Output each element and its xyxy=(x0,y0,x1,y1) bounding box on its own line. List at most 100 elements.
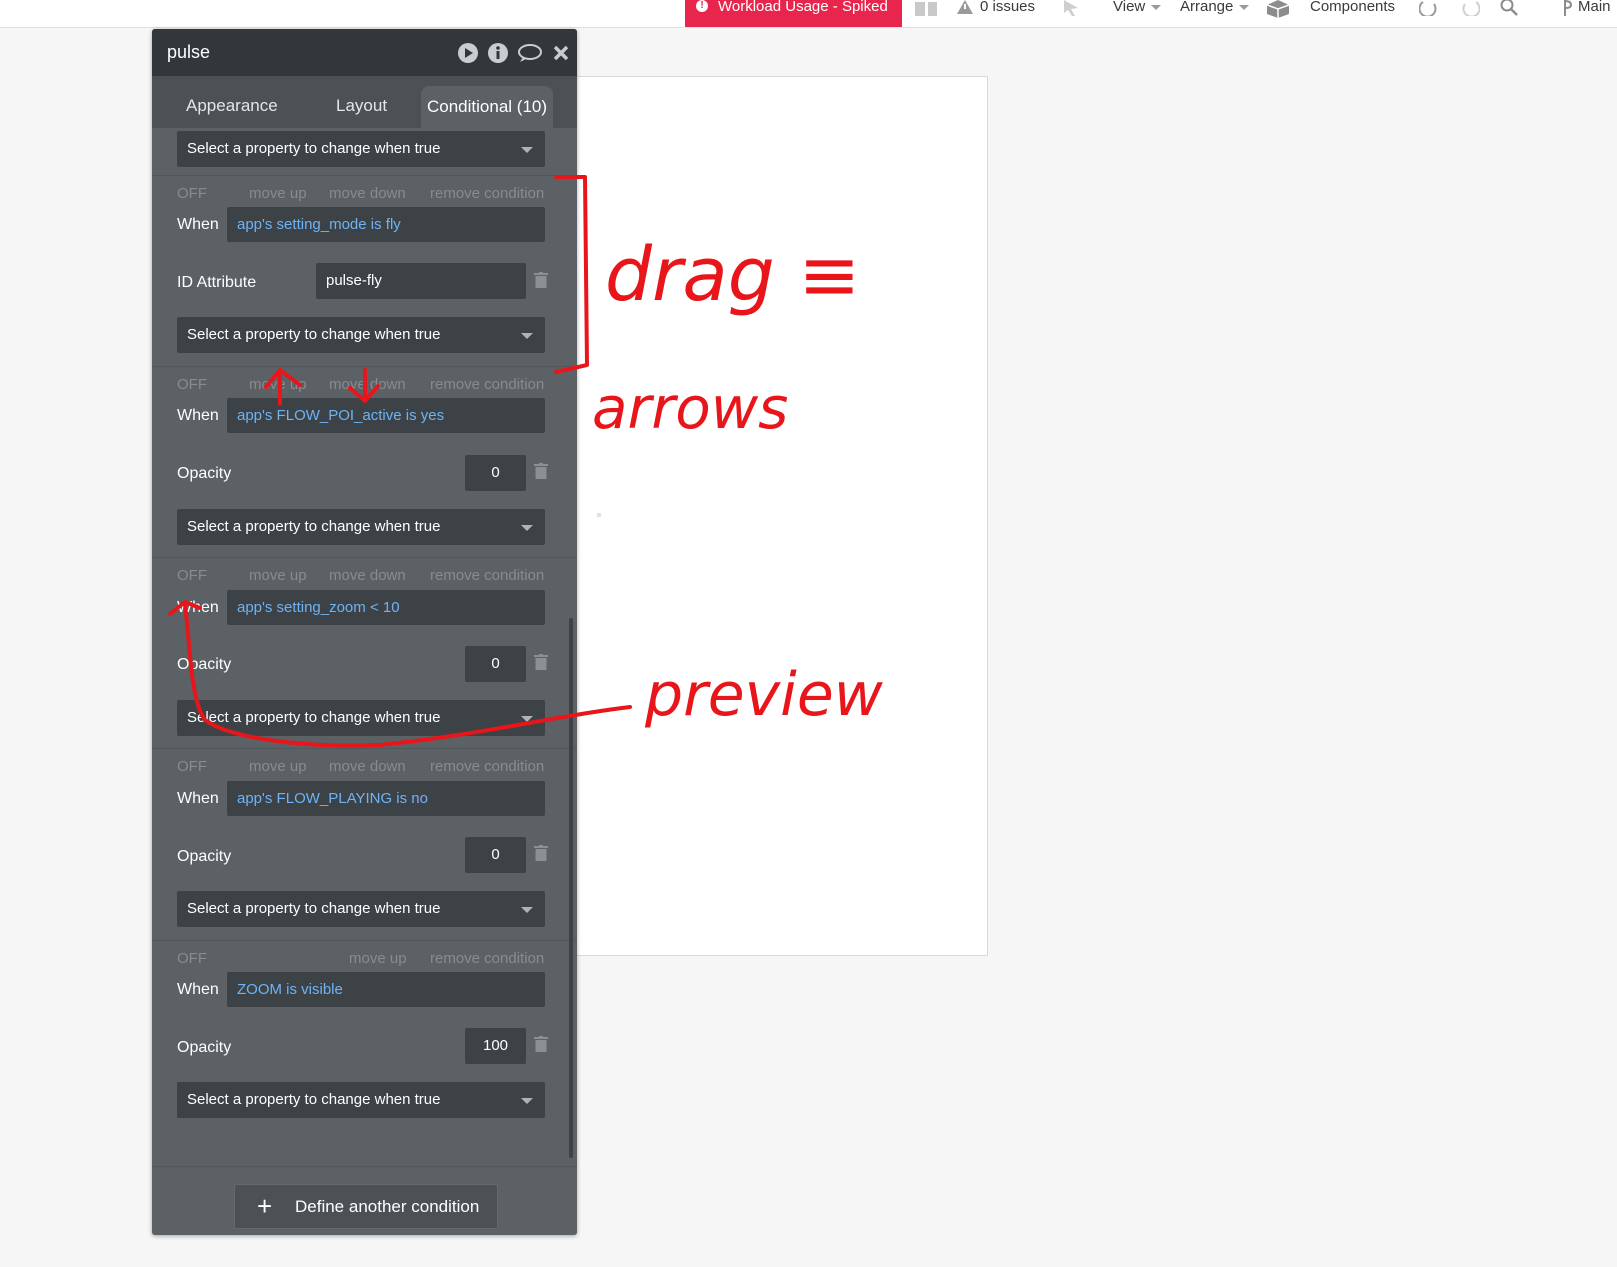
redo-icon[interactable] xyxy=(1460,0,1481,27)
opacity-input[interactable]: 100 xyxy=(465,1028,526,1064)
undo-icon[interactable] xyxy=(1418,0,1439,27)
when-label: When xyxy=(177,407,219,424)
opacity-input[interactable]: 0 xyxy=(465,837,526,873)
canvas-element-marker[interactable] xyxy=(597,513,601,517)
info-icon[interactable] xyxy=(488,43,508,63)
tab-layout[interactable]: Layout xyxy=(336,96,387,116)
view-menu-label: View xyxy=(1113,0,1146,15)
property-select-label: Select a property to change when true xyxy=(187,1091,441,1108)
property-select[interactable]: Select a property to change when true xyxy=(177,131,545,167)
workload-alert-label: Workload Usage - Spiked xyxy=(718,0,888,15)
condition-toggle-off[interactable]: OFF xyxy=(177,376,207,393)
condition-divider xyxy=(152,557,577,558)
conditions-list: Select a property to change when true OF… xyxy=(152,128,577,1166)
panel-title: pulse xyxy=(167,42,211,62)
condition-toggle-off[interactable]: OFF xyxy=(177,758,207,775)
panel-header: pulse xyxy=(152,29,577,76)
view-menu[interactable]: View xyxy=(1113,0,1162,27)
define-another-condition-label: Define another condition xyxy=(295,1197,480,1216)
workload-alert-button[interactable]: ! Workload Usage - Spiked xyxy=(685,0,902,27)
issues-count[interactable]: 0 issues xyxy=(980,0,1035,27)
condition-divider xyxy=(152,175,577,176)
trash-icon[interactable] xyxy=(534,845,548,861)
plus-icon: + xyxy=(257,1191,273,1221)
gift-icon[interactable] xyxy=(913,0,939,27)
when-label: When xyxy=(177,599,219,616)
panel-tabs: Appearance Layout Conditional (10) xyxy=(152,76,577,128)
panel-footer: + Define another condition xyxy=(152,1166,577,1235)
move-down-link[interactable]: move down xyxy=(329,185,406,202)
tab-conditional[interactable]: Conditional (10) xyxy=(421,86,554,128)
move-up-link[interactable]: move up xyxy=(249,567,307,584)
move-up-link[interactable]: move up xyxy=(349,950,407,967)
property-label: ID Attribute xyxy=(177,274,257,291)
when-expression[interactable]: app's FLOW_PLAYING is no xyxy=(227,781,545,816)
comment-icon[interactable] xyxy=(518,43,542,63)
warning-icon[interactable] xyxy=(957,0,973,27)
condition-divider xyxy=(152,748,577,749)
arrange-menu-label: Arrange xyxy=(1180,0,1234,15)
condition-toggle-off[interactable]: OFF xyxy=(177,567,207,584)
top-toolbar: ! Workload Usage - Spiked 0 issues View … xyxy=(0,0,1617,28)
property-select[interactable]: Select a property to change when true xyxy=(177,317,545,353)
chevron-down-icon xyxy=(521,907,533,913)
pointer-icon[interactable] xyxy=(1062,0,1080,27)
chevron-down-icon xyxy=(1239,4,1250,10)
property-select[interactable]: Select a property to change when true xyxy=(177,1082,545,1118)
move-up-link[interactable]: move up xyxy=(249,376,307,393)
remove-condition-link[interactable]: remove condition xyxy=(430,950,544,967)
components-menu[interactable]: Components xyxy=(1310,0,1395,27)
when-expression[interactable]: app's setting_zoom < 10 xyxy=(227,590,545,625)
branch-icon xyxy=(1562,0,1573,27)
property-select-label: Select a property to change when true xyxy=(187,326,441,343)
define-another-condition-button[interactable]: + Define another condition xyxy=(234,1184,498,1229)
move-down-link[interactable]: move down xyxy=(329,567,406,584)
when-expression[interactable]: ZOOM is visible xyxy=(227,972,545,1007)
trash-icon[interactable] xyxy=(534,1036,548,1052)
tab-appearance[interactable]: Appearance xyxy=(186,96,278,116)
chevron-down-icon xyxy=(521,147,533,153)
play-icon[interactable] xyxy=(458,43,478,63)
move-up-link[interactable]: move up xyxy=(249,758,307,775)
remove-condition-link[interactable]: remove condition xyxy=(430,376,544,393)
cube-icon xyxy=(1266,0,1290,27)
when-label: When xyxy=(177,216,219,233)
condition-divider xyxy=(152,940,577,941)
when-label: When xyxy=(177,790,219,807)
panel-scrollbar[interactable] xyxy=(569,618,573,1158)
property-select[interactable]: Select a property to change when true xyxy=(177,509,545,545)
remove-condition-link[interactable]: remove condition xyxy=(430,185,544,202)
trash-icon[interactable] xyxy=(534,654,548,670)
condition-divider xyxy=(152,366,577,367)
alert-icon: ! xyxy=(696,0,708,12)
opacity-input[interactable]: 0 xyxy=(465,455,526,491)
move-down-link[interactable]: move down xyxy=(329,376,406,393)
condition-toggle-off[interactable]: OFF xyxy=(177,950,207,967)
id-attribute-input[interactable]: pulse-fly xyxy=(316,263,526,299)
property-label: Opacity xyxy=(177,848,232,865)
canvas-page[interactable] xyxy=(576,76,988,956)
trash-icon[interactable] xyxy=(534,272,548,288)
arrange-menu[interactable]: Arrange xyxy=(1180,0,1250,27)
property-select[interactable]: Select a property to change when true xyxy=(177,891,545,927)
condition-toggle-off[interactable]: OFF xyxy=(177,185,207,202)
when-expression[interactable]: app's setting_mode is fly xyxy=(227,207,545,242)
search-icon[interactable] xyxy=(1500,0,1520,27)
property-editor-panel: pulse Appearance Layout Conditional (10)… xyxy=(152,29,577,1235)
remove-condition-link[interactable]: remove condition xyxy=(430,567,544,584)
move-down-link[interactable]: move down xyxy=(329,758,406,775)
trash-icon[interactable] xyxy=(534,463,548,479)
chevron-down-icon xyxy=(1151,4,1162,10)
property-label: Opacity xyxy=(177,656,232,673)
branch-selector[interactable]: Main xyxy=(1578,0,1611,27)
chevron-down-icon xyxy=(521,525,533,531)
when-label: When xyxy=(177,981,219,998)
move-up-link[interactable]: move up xyxy=(249,185,307,202)
remove-condition-link[interactable]: remove condition xyxy=(430,758,544,775)
property-label: Opacity xyxy=(177,465,232,482)
property-select-label: Select a property to change when true xyxy=(187,900,441,917)
when-expression[interactable]: app's FLOW_POI_active is yes xyxy=(227,398,545,433)
property-select[interactable]: Select a property to change when true xyxy=(177,700,545,736)
close-icon[interactable] xyxy=(552,43,572,63)
opacity-input[interactable]: 0 xyxy=(465,646,526,682)
